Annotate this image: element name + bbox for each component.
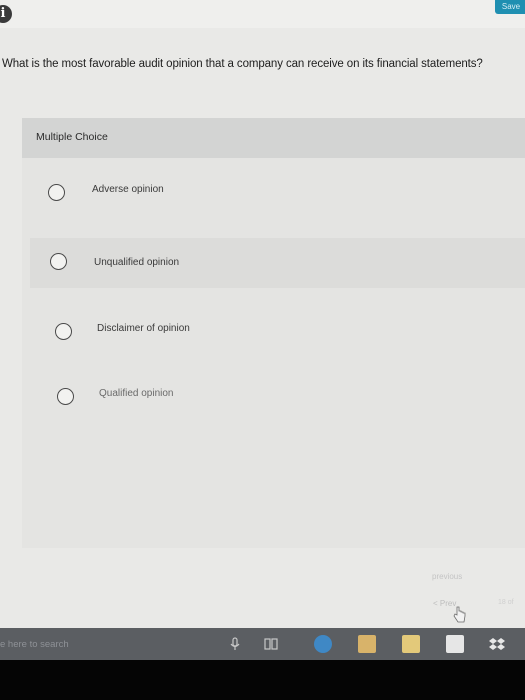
edge-icon[interactable]	[314, 635, 332, 653]
option-label[interactable]: Unqualified opinion	[94, 257, 179, 268]
save-button[interactable]: Save	[495, 0, 525, 14]
page-indicator: 18 of	[498, 599, 514, 606]
taskbar-search-input[interactable]: e here to search	[0, 639, 69, 650]
screen-bezel	[0, 660, 525, 700]
option-label[interactable]: Qualified opinion	[99, 388, 174, 399]
question-text: What is the most favorable audit opinion…	[2, 58, 483, 70]
file-explorer-icon[interactable]	[358, 635, 376, 653]
panel-header: Multiple Choice	[22, 118, 525, 158]
radio-button[interactable]	[55, 323, 72, 340]
option-label[interactable]: Disclaimer of opinion	[97, 323, 190, 334]
store-icon[interactable]	[402, 635, 420, 653]
radio-button[interactable]	[48, 184, 65, 201]
answer-option-adverse[interactable]: Adverse opinion	[30, 170, 525, 220]
task-view-icon[interactable]	[262, 635, 280, 653]
dropbox-icon[interactable]	[488, 635, 506, 653]
hand-cursor-icon	[453, 606, 466, 623]
radio-button[interactable]	[57, 388, 74, 405]
answer-option-qualified[interactable]: Qualified opinion	[30, 366, 525, 416]
multiple-choice-panel: Multiple Choice Adverse opinion Unqualif…	[22, 118, 525, 548]
microphone-icon[interactable]	[226, 635, 244, 653]
top-bar: i Save	[0, 0, 525, 28]
option-label[interactable]: Adverse opinion	[92, 184, 164, 195]
amazon-icon[interactable]	[446, 635, 464, 653]
radio-button[interactable]	[50, 253, 67, 270]
previous-label[interactable]: previous	[432, 572, 462, 581]
answer-option-unqualified[interactable]: Unqualified opinion	[30, 238, 525, 288]
taskbar: e here to search	[0, 628, 525, 660]
panel-title: Multiple Choice	[36, 131, 108, 143]
info-icon[interactable]: i	[0, 5, 12, 23]
answer-option-disclaimer[interactable]: Disclaimer of opinion	[30, 303, 525, 353]
